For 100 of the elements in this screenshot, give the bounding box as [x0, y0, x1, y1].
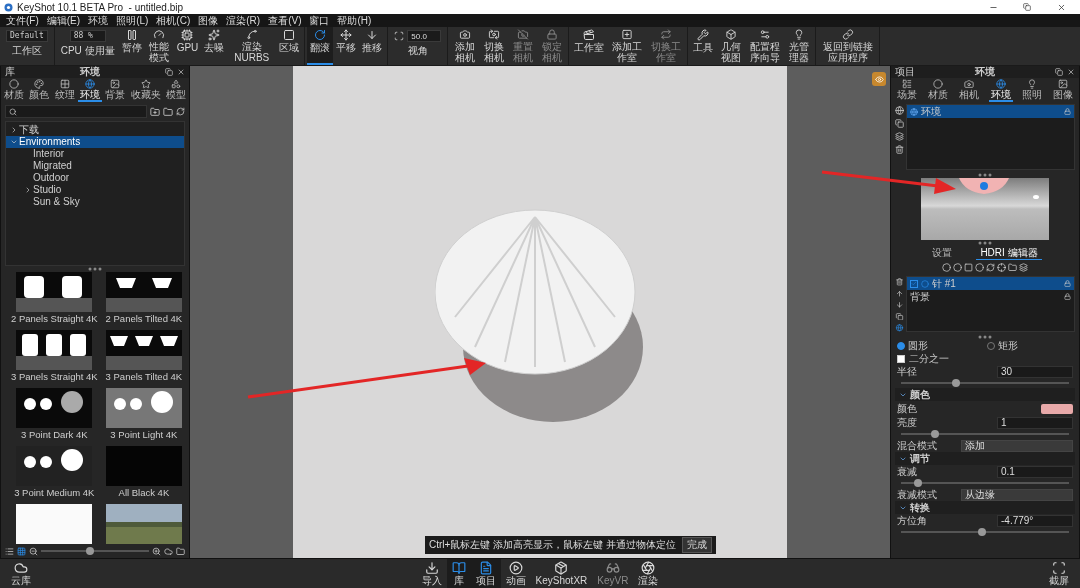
menu-item[interactable]: 相机(C) — [152, 14, 195, 27]
property-label: 半径 — [897, 365, 918, 378]
project-tab[interactable]: 相机 — [957, 78, 982, 102]
thumbnail-label: All Black 4K — [118, 486, 170, 500]
library-tab[interactable]: 颜色 — [27, 78, 52, 102]
toolbar-button[interactable]: 添加相机 — [450, 27, 480, 65]
menu-item[interactable]: 帮助(H) — [333, 14, 376, 27]
library-tab[interactable]: 材质 — [1, 78, 26, 102]
thumbnail-label: 3 Point Light 4K — [110, 428, 178, 442]
angle-field[interactable]: 50.0 — [407, 30, 442, 42]
property-label: 方位角 — [897, 514, 928, 527]
project-tab[interactable]: 场景 — [894, 78, 919, 102]
dock-button[interactable]: 项目 — [470, 559, 501, 588]
toolbar-button[interactable]: 翻滚 — [307, 27, 334, 65]
toolbar-button[interactable]: 暂停 — [118, 27, 145, 65]
toolbar-button[interactable]: 去噪 — [201, 27, 228, 65]
done-button[interactable]: 完成 — [681, 537, 712, 553]
library-tab[interactable]: 背景 — [103, 78, 128, 102]
section-header[interactable]: 转换 — [895, 501, 1075, 514]
project-tab[interactable]: 图像 — [1051, 78, 1076, 102]
cloud-library-button[interactable]: 云库 — [6, 559, 36, 588]
toolbar-button[interactable]: 几何视图 — [716, 27, 746, 65]
editor-tab[interactable]: HDRI 编辑器 — [976, 246, 1042, 260]
toolbar-button[interactable]: 推移 — [359, 27, 386, 65]
value-field[interactable]: 1 — [997, 416, 1073, 429]
value-field[interactable]: -4.779° — [997, 514, 1073, 527]
menu-item[interactable]: 文件(F) — [2, 14, 43, 27]
tree-item[interactable]: 下载 — [6, 124, 184, 136]
toolbar-label: CPU 使用量 — [60, 45, 115, 56]
toolbar-button[interactable]: 平移 — [333, 27, 360, 65]
mode-dropdown[interactable]: 添加 — [961, 439, 1073, 452]
tree-item[interactable]: Interior — [6, 148, 184, 160]
panel-heading: 环境 — [974, 66, 996, 78]
property-label: 衰减模式 — [897, 488, 938, 501]
dock-button[interactable]: 导入 — [416, 559, 447, 588]
tree-item[interactable]: Outdoor — [6, 172, 184, 184]
option-label: 矩形 — [998, 340, 1019, 352]
value-field[interactable]: 0.1 — [997, 465, 1073, 478]
window-title: KeyShot 10.1 BETA Pro - untitled.bip — [17, 1, 185, 13]
toolbar-button[interactable]: 区域 — [276, 27, 303, 65]
value-dropdown[interactable]: Default — [6, 30, 48, 42]
project-tab[interactable]: 环境 — [988, 78, 1013, 102]
toolbar-button[interactable]: 工具 — [690, 27, 717, 65]
project-tab[interactable]: 照明 — [1019, 78, 1044, 102]
thumbnail-label: 3 Panels Tilted 4K — [105, 370, 183, 384]
toolbar-button[interactable]: GPU — [173, 27, 202, 65]
library-tab[interactable]: 模型 — [164, 78, 189, 102]
toolbar-button[interactable]: 光管理器 — [784, 27, 814, 65]
editor-tab[interactable]: 设置 — [928, 246, 957, 260]
hint-text: Ctrl+鼠标左键 添加高亮显示，鼠标左键 并通过物体定位 — [429, 538, 676, 552]
property-label: 颜色 — [897, 402, 918, 415]
toolbar-label: 视角 — [407, 45, 428, 56]
thumbnail-label: 3 Point Medium 4K — [14, 486, 95, 500]
project-tab[interactable]: 材质 — [926, 78, 950, 102]
toolbar-label: 工作区 — [11, 45, 42, 56]
panel-title: 项目 — [895, 66, 915, 78]
pin-item[interactable]: 针 #1 — [907, 277, 1074, 290]
value-dropdown[interactable]: 88 % — [69, 30, 106, 42]
dock-button[interactable]: 动画 — [500, 559, 531, 588]
toolbar-button[interactable]: 工作室 — [571, 27, 608, 65]
mode-dropdown[interactable]: 从边缘 — [961, 488, 1073, 501]
menu-item[interactable]: 编辑(E) — [42, 14, 85, 27]
option-label: 二分之一 — [909, 352, 950, 365]
menu-item[interactable]: 渲染(R) — [222, 14, 265, 27]
property-label: 亮度 — [897, 416, 918, 429]
toolbar-button[interactable]: 性能模式 — [144, 27, 174, 65]
thumbnail-label: 3 Panels Straight 4K — [11, 370, 98, 384]
section-header[interactable]: 颜色 — [895, 388, 1075, 401]
thumbnail-label: 2 Panels Straight 4K — [11, 312, 98, 326]
toolbar-button[interactable]: 渲染 NURBS — [227, 27, 277, 65]
dock-button[interactable]: 库 — [446, 559, 471, 588]
tree-item[interactable]: Migrated — [6, 160, 184, 172]
menu-item[interactable]: 查看(V) — [264, 14, 306, 27]
option-label: 圆形 — [908, 340, 929, 352]
menu-item[interactable]: 照明(L) — [112, 14, 153, 27]
library-tab[interactable]: 环境 — [77, 78, 102, 102]
menu-item[interactable]: 图像 — [194, 14, 223, 27]
thumbnail-label: 2 Panels Tilted 4K — [105, 312, 183, 326]
tree-item[interactable]: Environments — [6, 136, 184, 148]
toolbar-button[interactable]: 配置程序向导 — [745, 27, 785, 65]
thumbnail-label: 3 Point Dark 4K — [21, 428, 88, 442]
property-label: 混合模式 — [897, 439, 938, 452]
menu-item[interactable]: 环境 — [84, 14, 113, 27]
library-tab[interactable]: 收藏夹 — [128, 78, 163, 102]
menu-item[interactable]: 窗口 — [305, 14, 334, 27]
tree-item[interactable]: Sun & Sky — [6, 196, 184, 208]
toolbar-button[interactable]: 切换相机 — [479, 27, 509, 65]
dock-button[interactable]: 渲染 — [633, 559, 664, 588]
screenshot-button[interactable]: 截屏 — [1044, 559, 1074, 588]
panel-heading: 环境 — [79, 66, 101, 78]
section-header[interactable]: 调节 — [895, 452, 1075, 465]
environment-item[interactable]: 环境 — [907, 105, 1074, 118]
toolbar-button[interactable]: 添加工作室 — [607, 27, 647, 65]
toolbar-button[interactable]: 返回到链接应用程序 — [818, 27, 878, 65]
panel-title: 库 — [5, 66, 15, 78]
dock-button[interactable]: KeyShotXR — [530, 559, 593, 588]
tree-item[interactable]: Studio — [6, 184, 184, 196]
library-tab[interactable]: 纹理 — [52, 78, 77, 102]
pin-item[interactable]: 背景 — [907, 290, 1074, 303]
value-field[interactable]: 30 — [997, 365, 1073, 378]
